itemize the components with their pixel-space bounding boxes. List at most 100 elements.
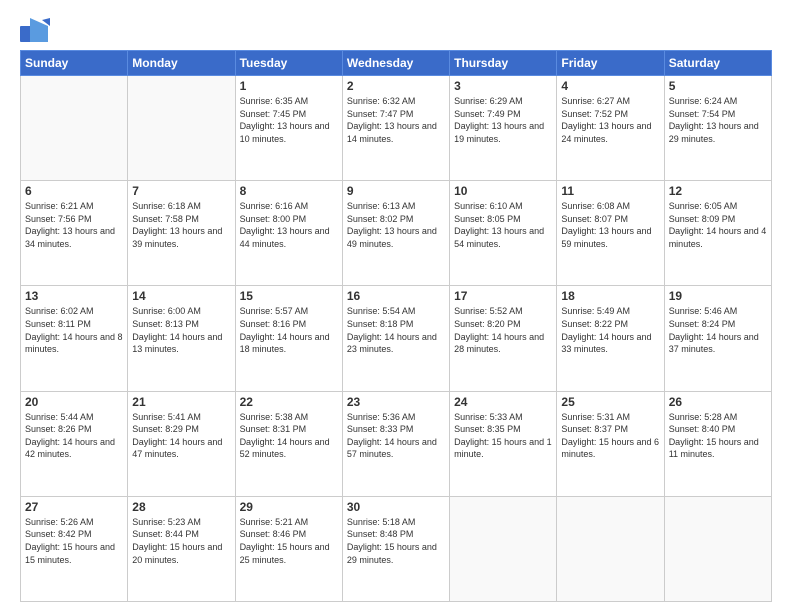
day-number: 17 xyxy=(454,289,552,303)
day-info: Sunrise: 5:46 AM Sunset: 8:24 PM Dayligh… xyxy=(669,305,767,355)
calendar-cell: 26 Sunrise: 5:28 AM Sunset: 8:40 PM Dayli… xyxy=(664,391,771,496)
calendar-cell: 9 Sunrise: 6:13 AM Sunset: 8:02 PM Daylig… xyxy=(342,181,449,286)
weekday-header-row: SundayMondayTuesdayWednesdayThursdayFrid… xyxy=(21,51,772,76)
calendar-cell: 30 Sunrise: 5:18 AM Sunset: 8:48 PM Dayli… xyxy=(342,496,449,601)
calendar-cell xyxy=(664,496,771,601)
day-info: Sunrise: 6:32 AM Sunset: 7:47 PM Dayligh… xyxy=(347,95,445,145)
day-info: Sunrise: 6:16 AM Sunset: 8:00 PM Dayligh… xyxy=(240,200,338,250)
calendar-cell: 13 Sunrise: 6:02 AM Sunset: 8:11 PM Dayli… xyxy=(21,286,128,391)
calendar-cell: 16 Sunrise: 5:54 AM Sunset: 8:18 PM Dayli… xyxy=(342,286,449,391)
calendar-cell: 25 Sunrise: 5:31 AM Sunset: 8:37 PM Dayli… xyxy=(557,391,664,496)
day-number: 8 xyxy=(240,184,338,198)
day-info: Sunrise: 6:08 AM Sunset: 8:07 PM Dayligh… xyxy=(561,200,659,250)
day-info: Sunrise: 6:29 AM Sunset: 7:49 PM Dayligh… xyxy=(454,95,552,145)
calendar-cell: 2 Sunrise: 6:32 AM Sunset: 7:47 PM Daylig… xyxy=(342,76,449,181)
day-number: 18 xyxy=(561,289,659,303)
day-number: 12 xyxy=(669,184,767,198)
calendar-cell: 19 Sunrise: 5:46 AM Sunset: 8:24 PM Dayli… xyxy=(664,286,771,391)
day-info: Sunrise: 6:21 AM Sunset: 7:56 PM Dayligh… xyxy=(25,200,123,250)
calendar-cell: 29Sunrise: 5:21 AM Sunset: 8:46 PM Dayli… xyxy=(235,496,342,601)
week-row-3: 13 Sunrise: 6:02 AM Sunset: 8:11 PM Dayli… xyxy=(21,286,772,391)
day-number: 6 xyxy=(25,184,123,198)
calendar-cell: 18 Sunrise: 5:49 AM Sunset: 8:22 PM Dayli… xyxy=(557,286,664,391)
calendar-cell: 24 Sunrise: 5:33 AM Sunset: 8:35 PM Dayli… xyxy=(450,391,557,496)
weekday-header-thursday: Thursday xyxy=(450,51,557,76)
day-number: 4 xyxy=(561,79,659,93)
calendar-cell: 15 Sunrise: 5:57 AM Sunset: 8:16 PM Dayli… xyxy=(235,286,342,391)
day-info: Sunrise: 6:00 AM Sunset: 8:13 PM Dayligh… xyxy=(132,305,230,355)
logo xyxy=(20,18,52,42)
calendar-cell xyxy=(128,76,235,181)
day-info: Sunrise: 5:23 AM Sunset: 8:44 PM Dayligh… xyxy=(132,516,230,566)
day-info: Sunrise: 6:13 AM Sunset: 8:02 PM Dayligh… xyxy=(347,200,445,250)
day-number: 2 xyxy=(347,79,445,93)
day-info: Sunrise: 5:57 AM Sunset: 8:16 PM Dayligh… xyxy=(240,305,338,355)
day-info: Sunrise: 5:33 AM Sunset: 8:35 PM Dayligh… xyxy=(454,411,552,461)
calendar-cell: 14 Sunrise: 6:00 AM Sunset: 8:13 PM Dayli… xyxy=(128,286,235,391)
day-number: 7 xyxy=(132,184,230,198)
day-info: Sunrise: 6:05 AM Sunset: 8:09 PM Dayligh… xyxy=(669,200,767,250)
calendar-cell: 20 Sunrise: 5:44 AM Sunset: 8:26 PM Dayli… xyxy=(21,391,128,496)
day-number: 24 xyxy=(454,395,552,409)
calendar-cell xyxy=(557,496,664,601)
day-number: 5 xyxy=(669,79,767,93)
day-number: 19 xyxy=(669,289,767,303)
weekday-header-sunday: Sunday xyxy=(21,51,128,76)
calendar-cell: 4 Sunrise: 6:27 AM Sunset: 7:52 PM Daylig… xyxy=(557,76,664,181)
calendar-cell: 28 Sunrise: 5:23 AM Sunset: 8:44 PM Dayli… xyxy=(128,496,235,601)
week-row-4: 20 Sunrise: 5:44 AM Sunset: 8:26 PM Dayli… xyxy=(21,391,772,496)
calendar-cell: 21Sunrise: 5:41 AM Sunset: 8:29 PM Dayli… xyxy=(128,391,235,496)
day-info: Sunrise: 5:52 AM Sunset: 8:20 PM Dayligh… xyxy=(454,305,552,355)
day-number: 16 xyxy=(347,289,445,303)
calendar-cell: 3Sunrise: 6:29 AM Sunset: 7:49 PM Daylig… xyxy=(450,76,557,181)
day-info: Sunrise: 5:49 AM Sunset: 8:22 PM Dayligh… xyxy=(561,305,659,355)
day-number: 15 xyxy=(240,289,338,303)
weekday-header-wednesday: Wednesday xyxy=(342,51,449,76)
calendar-cell: 1Sunrise: 6:35 AM Sunset: 7:45 PM Daylig… xyxy=(235,76,342,181)
day-number: 30 xyxy=(347,500,445,514)
day-info: Sunrise: 6:35 AM Sunset: 7:45 PM Dayligh… xyxy=(240,95,338,145)
weekday-header-tuesday: Tuesday xyxy=(235,51,342,76)
day-info: Sunrise: 6:24 AM Sunset: 7:54 PM Dayligh… xyxy=(669,95,767,145)
logo-icon xyxy=(20,18,50,42)
day-info: Sunrise: 6:18 AM Sunset: 7:58 PM Dayligh… xyxy=(132,200,230,250)
calendar-cell: 22 Sunrise: 5:38 AM Sunset: 8:31 PM Dayli… xyxy=(235,391,342,496)
day-info: Sunrise: 6:27 AM Sunset: 7:52 PM Dayligh… xyxy=(561,95,659,145)
day-info: Sunrise: 5:54 AM Sunset: 8:18 PM Dayligh… xyxy=(347,305,445,355)
day-number: 25 xyxy=(561,395,659,409)
calendar-cell: 10Sunrise: 6:10 AM Sunset: 8:05 PM Dayli… xyxy=(450,181,557,286)
day-number: 28 xyxy=(132,500,230,514)
day-info: Sunrise: 5:44 AM Sunset: 8:26 PM Dayligh… xyxy=(25,411,123,461)
calendar-cell: 7 Sunrise: 6:18 AM Sunset: 7:58 PM Daylig… xyxy=(128,181,235,286)
day-number: 13 xyxy=(25,289,123,303)
day-info: Sunrise: 5:38 AM Sunset: 8:31 PM Dayligh… xyxy=(240,411,338,461)
calendar-cell: 6 Sunrise: 6:21 AM Sunset: 7:56 PM Daylig… xyxy=(21,181,128,286)
page: SundayMondayTuesdayWednesdayThursdayFrid… xyxy=(0,0,792,612)
day-number: 29 xyxy=(240,500,338,514)
day-number: 9 xyxy=(347,184,445,198)
day-number: 26 xyxy=(669,395,767,409)
day-number: 11 xyxy=(561,184,659,198)
day-number: 20 xyxy=(25,395,123,409)
weekday-header-saturday: Saturday xyxy=(664,51,771,76)
day-info: Sunrise: 5:31 AM Sunset: 8:37 PM Dayligh… xyxy=(561,411,659,461)
weekday-header-friday: Friday xyxy=(557,51,664,76)
week-row-5: 27Sunrise: 5:26 AM Sunset: 8:42 PM Dayli… xyxy=(21,496,772,601)
day-info: Sunrise: 5:18 AM Sunset: 8:48 PM Dayligh… xyxy=(347,516,445,566)
day-number: 27 xyxy=(25,500,123,514)
day-info: Sunrise: 5:28 AM Sunset: 8:40 PM Dayligh… xyxy=(669,411,767,461)
calendar-cell: 12 Sunrise: 6:05 AM Sunset: 8:09 PM Dayli… xyxy=(664,181,771,286)
day-number: 14 xyxy=(132,289,230,303)
header xyxy=(20,18,772,42)
week-row-2: 6 Sunrise: 6:21 AM Sunset: 7:56 PM Daylig… xyxy=(21,181,772,286)
calendar-cell: 11 Sunrise: 6:08 AM Sunset: 8:07 PM Dayli… xyxy=(557,181,664,286)
calendar-cell: 23Sunrise: 5:36 AM Sunset: 8:33 PM Dayli… xyxy=(342,391,449,496)
day-info: Sunrise: 5:36 AM Sunset: 8:33 PM Dayligh… xyxy=(347,411,445,461)
calendar-cell: 5 Sunrise: 6:24 AM Sunset: 7:54 PM Daylig… xyxy=(664,76,771,181)
day-number: 22 xyxy=(240,395,338,409)
calendar-table: SundayMondayTuesdayWednesdayThursdayFrid… xyxy=(20,50,772,602)
day-info: Sunrise: 6:02 AM Sunset: 8:11 PM Dayligh… xyxy=(25,305,123,355)
calendar-cell: 27Sunrise: 5:26 AM Sunset: 8:42 PM Dayli… xyxy=(21,496,128,601)
calendar-cell xyxy=(21,76,128,181)
calendar-cell xyxy=(450,496,557,601)
